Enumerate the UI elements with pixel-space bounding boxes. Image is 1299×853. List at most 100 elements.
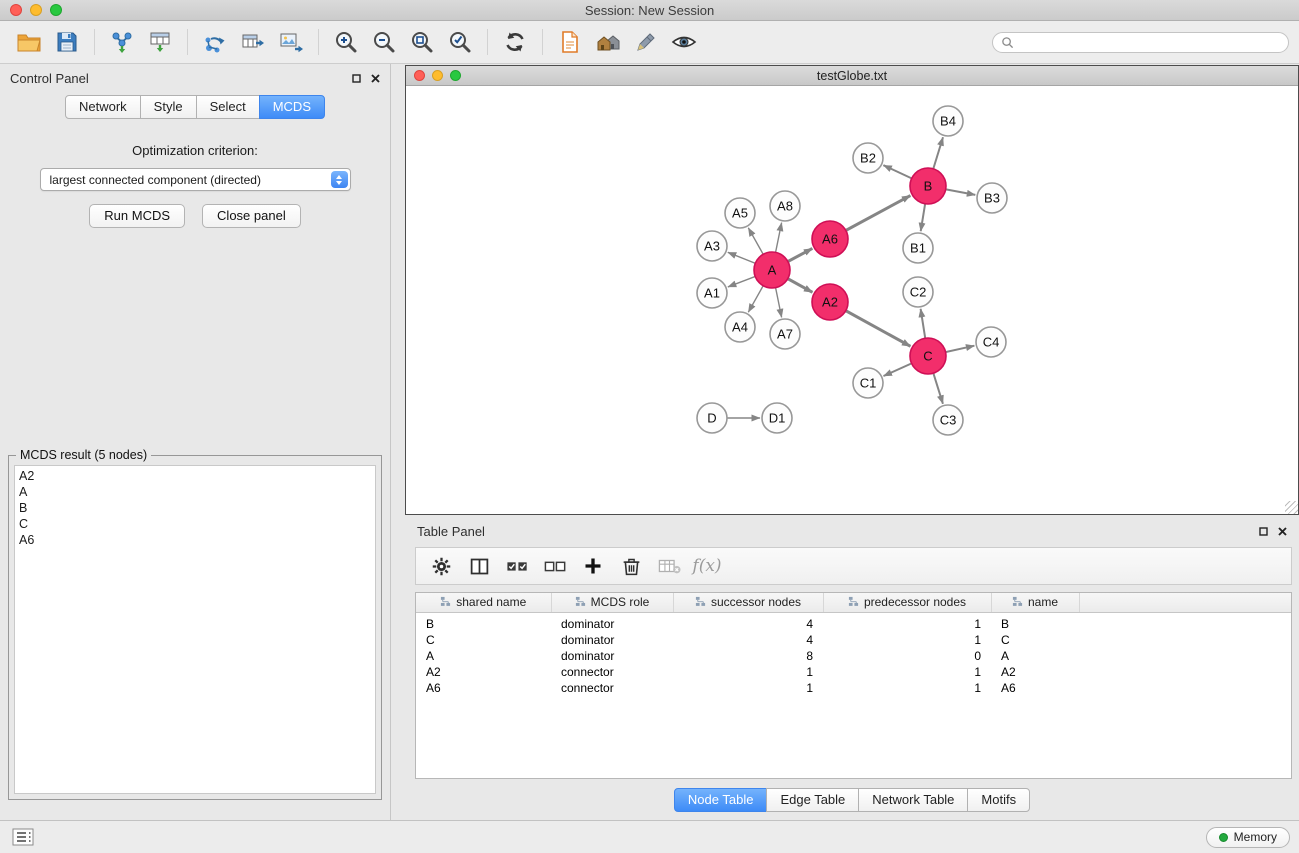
floppy-icon bbox=[55, 30, 79, 54]
export-table-button[interactable] bbox=[234, 25, 272, 59]
node-table-header-row: shared nameMCDS rolesuccessor nodesprede… bbox=[416, 593, 1291, 612]
column-header-MCDS-role[interactable]: MCDS role bbox=[551, 593, 673, 612]
node-A8[interactable]: A8 bbox=[770, 191, 800, 221]
search-input[interactable] bbox=[1019, 35, 1280, 49]
node-C[interactable]: C bbox=[910, 338, 946, 374]
show-columns-button[interactable] bbox=[462, 551, 496, 581]
run-mcds-button[interactable]: Run MCDS bbox=[89, 204, 185, 228]
mcds-result-item[interactable]: C bbox=[19, 516, 371, 532]
tab-node-table[interactable]: Node Table bbox=[674, 788, 768, 812]
float-table-panel-button[interactable] bbox=[1259, 527, 1268, 536]
node-D[interactable]: D bbox=[697, 403, 727, 433]
tab-select[interactable]: Select bbox=[196, 95, 260, 119]
export-image-button[interactable] bbox=[272, 25, 310, 59]
svg-text:C2: C2 bbox=[910, 285, 927, 300]
mcds-result-item[interactable]: A2 bbox=[19, 468, 371, 484]
node-A7[interactable]: A7 bbox=[770, 319, 800, 349]
table-row[interactable]: Adominator80A bbox=[416, 648, 1291, 664]
network-canvas[interactable]: A A1 A2 A3 A4 A5 A6 A7 A8 B B1 B2 B3 B4 C C1 C2 C3 C4 D D1 bbox=[406, 86, 1298, 514]
tab-network-table[interactable]: Network Table bbox=[858, 788, 968, 812]
home-button[interactable] bbox=[589, 25, 627, 59]
folder-icon bbox=[16, 29, 42, 55]
delete-column-button[interactable] bbox=[614, 551, 648, 581]
toolbar-separator bbox=[94, 29, 95, 55]
table-row[interactable]: Bdominator41B bbox=[416, 612, 1291, 632]
deselect-all-columns-button[interactable] bbox=[538, 551, 572, 581]
close-table-panel-button[interactable] bbox=[1278, 527, 1287, 536]
table-row[interactable]: A6connector11A6 bbox=[416, 680, 1291, 696]
zoom-selected-icon bbox=[447, 29, 473, 55]
table-panel: Table Panel f(x) bbox=[405, 515, 1299, 820]
select-all-columns-button[interactable] bbox=[500, 551, 534, 581]
export-network-button[interactable] bbox=[196, 25, 234, 59]
node-A4[interactable]: A4 bbox=[725, 312, 755, 342]
import-table-button[interactable] bbox=[141, 25, 179, 59]
toolbar-separator bbox=[318, 29, 319, 55]
close-panel-action-button[interactable]: Close panel bbox=[202, 204, 301, 228]
open-session-button[interactable] bbox=[10, 25, 48, 59]
zoom-fit-button[interactable] bbox=[403, 25, 441, 59]
zoom-out-button[interactable] bbox=[365, 25, 403, 59]
node-C3[interactable]: C3 bbox=[933, 405, 963, 435]
refresh-button[interactable] bbox=[496, 25, 534, 59]
node-A2[interactable]: A2 bbox=[812, 284, 848, 320]
svg-text:B: B bbox=[924, 179, 933, 194]
tab-network[interactable]: Network bbox=[65, 95, 141, 119]
node-B1[interactable]: B1 bbox=[903, 233, 933, 263]
select-all-icon bbox=[505, 555, 530, 577]
node-C1[interactable]: C1 bbox=[853, 368, 883, 398]
window-resize-handle[interactable] bbox=[1285, 501, 1298, 514]
tab-edge-table[interactable]: Edge Table bbox=[766, 788, 859, 812]
search-icon bbox=[1001, 36, 1014, 49]
titlebar: Session: New Session bbox=[0, 0, 1299, 21]
node-A3[interactable]: A3 bbox=[697, 231, 727, 261]
create-column-button[interactable] bbox=[576, 551, 610, 581]
mcds-result-item[interactable]: A bbox=[19, 484, 371, 500]
node-A5[interactable]: A5 bbox=[725, 198, 755, 228]
first-neighbors-button[interactable] bbox=[551, 25, 589, 59]
node-A1[interactable]: A1 bbox=[697, 278, 727, 308]
node-B2[interactable]: B2 bbox=[853, 143, 883, 173]
float-panel-button[interactable] bbox=[352, 74, 361, 83]
show-graphics-details-button[interactable] bbox=[665, 25, 703, 59]
column-header-shared-name[interactable]: shared name bbox=[416, 593, 551, 612]
zoom-in-button[interactable] bbox=[327, 25, 365, 59]
tab-mcds[interactable]: MCDS bbox=[259, 95, 325, 119]
close-panel-button[interactable] bbox=[371, 74, 380, 83]
tab-motifs[interactable]: Motifs bbox=[967, 788, 1030, 812]
node-D1[interactable]: D1 bbox=[762, 403, 792, 433]
optimization-dropdown[interactable]: largest connected component (directed) bbox=[40, 168, 351, 191]
control-panel-title: Control Panel bbox=[10, 71, 89, 86]
node-B[interactable]: B bbox=[910, 168, 946, 204]
tab-style[interactable]: Style bbox=[140, 95, 197, 119]
node-B3[interactable]: B3 bbox=[977, 183, 1007, 213]
node-B4[interactable]: B4 bbox=[933, 106, 963, 136]
memory-button[interactable]: Memory bbox=[1206, 827, 1290, 848]
save-session-button[interactable] bbox=[48, 25, 86, 59]
column-header-predecessor-nodes[interactable]: predecessor nodes bbox=[823, 593, 991, 612]
mcds-result-item[interactable]: B bbox=[19, 500, 371, 516]
table-settings-button[interactable] bbox=[424, 551, 458, 581]
network-window-titlebar[interactable]: testGlobe.txt bbox=[406, 66, 1298, 86]
function-builder-button[interactable]: f(x) bbox=[690, 551, 724, 581]
table-row[interactable]: A2connector11A2 bbox=[416, 664, 1291, 680]
column-type-icon bbox=[1012, 596, 1023, 607]
mcds-result-list[interactable]: A2ABCA6 bbox=[14, 465, 376, 794]
column-header-successor-nodes[interactable]: successor nodes bbox=[673, 593, 823, 612]
mcds-result-group: MCDS result (5 nodes) A2ABCA6 bbox=[8, 455, 382, 800]
mcds-result-item[interactable]: A6 bbox=[19, 532, 371, 548]
import-network-button[interactable] bbox=[103, 25, 141, 59]
plus-icon bbox=[583, 556, 603, 576]
chevron-up-down-icon bbox=[331, 171, 348, 188]
node-A[interactable]: A bbox=[754, 252, 790, 288]
svg-text:D: D bbox=[707, 411, 716, 426]
zoom-selected-button[interactable] bbox=[441, 25, 479, 59]
apply-style-button[interactable] bbox=[627, 25, 665, 59]
table-row[interactable]: Cdominator41C bbox=[416, 632, 1291, 648]
delete-table-button[interactable] bbox=[652, 551, 686, 581]
column-header-name[interactable]: name bbox=[991, 593, 1079, 612]
node-A6[interactable]: A6 bbox=[812, 221, 848, 257]
task-history-button[interactable] bbox=[9, 825, 37, 849]
node-C2[interactable]: C2 bbox=[903, 277, 933, 307]
node-C4[interactable]: C4 bbox=[976, 327, 1006, 357]
